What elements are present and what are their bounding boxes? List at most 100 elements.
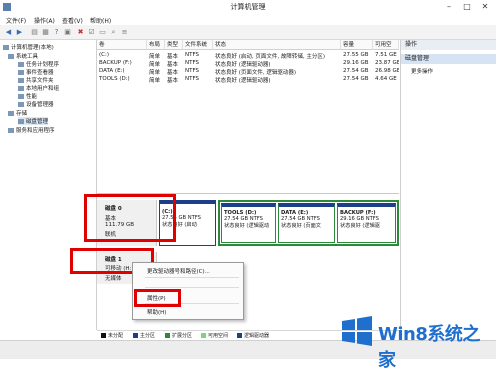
maximize-button[interactable]: □: [458, 1, 476, 12]
volume-free: 7.51 GE: [375, 52, 397, 58]
legend-swatch-logical: [237, 333, 242, 338]
volume-layout: 简单: [149, 62, 161, 68]
tree-item-storage[interactable]: 存储: [8, 109, 27, 117]
delete-icon[interactable]: ✖: [76, 28, 85, 36]
volume-capacity: 27.54 GB: [343, 76, 369, 82]
legend-swatch-primary: [133, 333, 138, 338]
actions-header: 操作: [401, 40, 496, 50]
close-button[interactable]: ✕: [476, 1, 494, 12]
col-header-free[interactable]: 可用空: [373, 40, 399, 50]
volume-layout: 简单: [149, 54, 161, 60]
minimize-button[interactable]: –: [440, 1, 458, 12]
tree-root[interactable]: 计算机管理(本地): [3, 43, 54, 51]
menu-separator: [145, 287, 239, 288]
volume-type: 基本: [167, 54, 179, 60]
col-header-volume[interactable]: 卷: [97, 40, 147, 50]
menu-view[interactable]: 查看(V): [62, 16, 83, 25]
legend-label-logical: 逻辑驱动器: [244, 333, 270, 339]
folder-icon: [18, 78, 24, 83]
volume-type: 基本: [167, 62, 179, 68]
up-icon[interactable]: ▤: [30, 28, 39, 36]
forward-icon[interactable]: ▶: [15, 28, 24, 36]
actions-pane: 操作 磁盘管理 更多操作: [400, 40, 496, 330]
tree-item-performance[interactable]: 性能: [18, 92, 37, 100]
tools-icon: [8, 54, 14, 59]
properties-icon[interactable]: ▦: [41, 28, 50, 36]
partition-status: 状态良好 (逻辑驱: [340, 223, 380, 229]
watermark: Win8系统之家: [340, 312, 490, 371]
volume-free: 4.64 GE: [375, 76, 397, 82]
partition-status: 状态良好 (页面文: [281, 223, 321, 229]
menu-action[interactable]: 操作(A): [34, 16, 55, 25]
menu-file[interactable]: 文件(F): [6, 16, 26, 25]
col-header-filesystem[interactable]: 文件系统: [183, 40, 213, 50]
view-icon[interactable]: ▣: [63, 28, 72, 36]
toolbar: ◀ ▶ ▤ ▦ ? ▣ ✖ ☑ ▭ ⌕ ≡: [0, 25, 496, 40]
volume-status: 状态良好 (启动, 页面文件, 故障转储, 主分区): [215, 54, 326, 60]
users-icon: [18, 86, 24, 91]
legend-label-unallocated: 未分配: [108, 333, 124, 339]
event-icon: [18, 70, 24, 75]
volume-name: BACKUP (F:): [99, 60, 132, 66]
tree-item-task-scheduler[interactable]: 任务计划程序: [18, 60, 59, 68]
volume-capacity: 27.55 GB: [343, 52, 369, 58]
checklist-icon[interactable]: ☑: [87, 28, 96, 36]
partition-f[interactable]: BACKUP (F:) 29.16 GB NTFS 状态良好 (逻辑驱: [337, 203, 396, 243]
volume-type: 基本: [167, 70, 179, 76]
menu-help[interactable]: 帮助(H): [90, 16, 111, 25]
volume-list: 卷 布局 类型 文件系统 状态 容量 可用空 (C:) 简单 基本 NTFS 状…: [97, 40, 399, 192]
computer-icon: [3, 45, 9, 50]
tree-item-system-tools[interactable]: 系统工具: [8, 52, 38, 60]
disk-icon: [18, 119, 24, 124]
window-title: 计算机管理: [230, 3, 266, 11]
volume-free: 23.87 GE: [375, 60, 399, 66]
back-icon[interactable]: ◀: [4, 28, 13, 36]
menu-item-change-drive-letter[interactable]: 更改驱动器号和路径(C)...: [147, 267, 210, 275]
col-header-capacity[interactable]: 容量: [341, 40, 373, 50]
watermark-text: Win8系统之家: [378, 324, 480, 371]
tree-item-shared-folders[interactable]: 共享文件夹: [18, 76, 54, 84]
menu-separator: [145, 277, 239, 278]
legend-label-primary: 主分区: [140, 333, 156, 339]
volume-name: TOOLS (D:): [99, 76, 130, 82]
folder-icon[interactable]: ▭: [98, 28, 107, 36]
tree-item-event-viewer[interactable]: 事件查看器: [18, 68, 54, 76]
highlight-properties: [134, 289, 181, 307]
help-icon[interactable]: ?: [52, 28, 61, 36]
volume-name: DATA (E:): [99, 68, 125, 74]
tree-item-disk-management[interactable]: 磁盘管理: [18, 117, 49, 125]
volume-free: 26.98 GE: [375, 68, 399, 74]
volume-status: 状态良好 (逻辑驱动器): [215, 78, 271, 84]
partition-e[interactable]: DATA (E:) 27.54 GB NTFS 状态良好 (页面文: [278, 203, 335, 243]
title-bar: 计算机管理 – □ ✕: [0, 0, 496, 15]
device-icon: [18, 102, 24, 107]
partition-d[interactable]: TOOLS (D:) 27.54 GB NTFS 状态良好 (逻辑驱动: [221, 203, 276, 243]
clock-icon: [18, 62, 24, 67]
more-actions-link[interactable]: 更多操作: [411, 67, 433, 75]
volume-status: 状态良好 (页面文件, 逻辑驱动器): [215, 70, 297, 76]
legend-swatch-extended: [165, 333, 170, 338]
legend-label-extended: 扩展分区: [172, 333, 193, 339]
tree-item-local-users[interactable]: 本地用户和组: [18, 84, 59, 92]
col-header-status[interactable]: 状态: [213, 40, 341, 50]
volume-filesystem: NTFS: [185, 76, 200, 82]
legend-label-free: 可用空间: [208, 333, 229, 339]
col-header-layout[interactable]: 布局: [147, 40, 165, 50]
storage-icon: [8, 111, 14, 116]
navigation-tree: 计算机管理(本地) 系统工具 任务计划程序 事件查看器 共享文件夹 本地用户和组…: [0, 40, 97, 330]
col-header-type[interactable]: 类型: [165, 40, 183, 50]
menu-item-help[interactable]: 帮助(H): [147, 308, 166, 316]
search-icon[interactable]: ⌕: [109, 28, 118, 36]
actions-section-disk-management[interactable]: 磁盘管理: [401, 54, 496, 64]
list-icon[interactable]: ≡: [120, 28, 129, 36]
tree-item-services-apps[interactable]: 服务和应用程序: [8, 126, 55, 134]
services-icon: [8, 128, 14, 133]
volume-name: (C:): [99, 52, 109, 58]
tree-item-device-manager[interactable]: 设备管理器: [18, 100, 54, 108]
volume-filesystem: NTFS: [185, 60, 200, 66]
windows-logo-icon: [342, 316, 372, 346]
performance-icon: [18, 94, 24, 99]
volume-filesystem: NTFS: [185, 52, 200, 58]
volume-capacity: 29.16 GB: [343, 60, 369, 66]
legend-swatch-free: [201, 333, 206, 338]
